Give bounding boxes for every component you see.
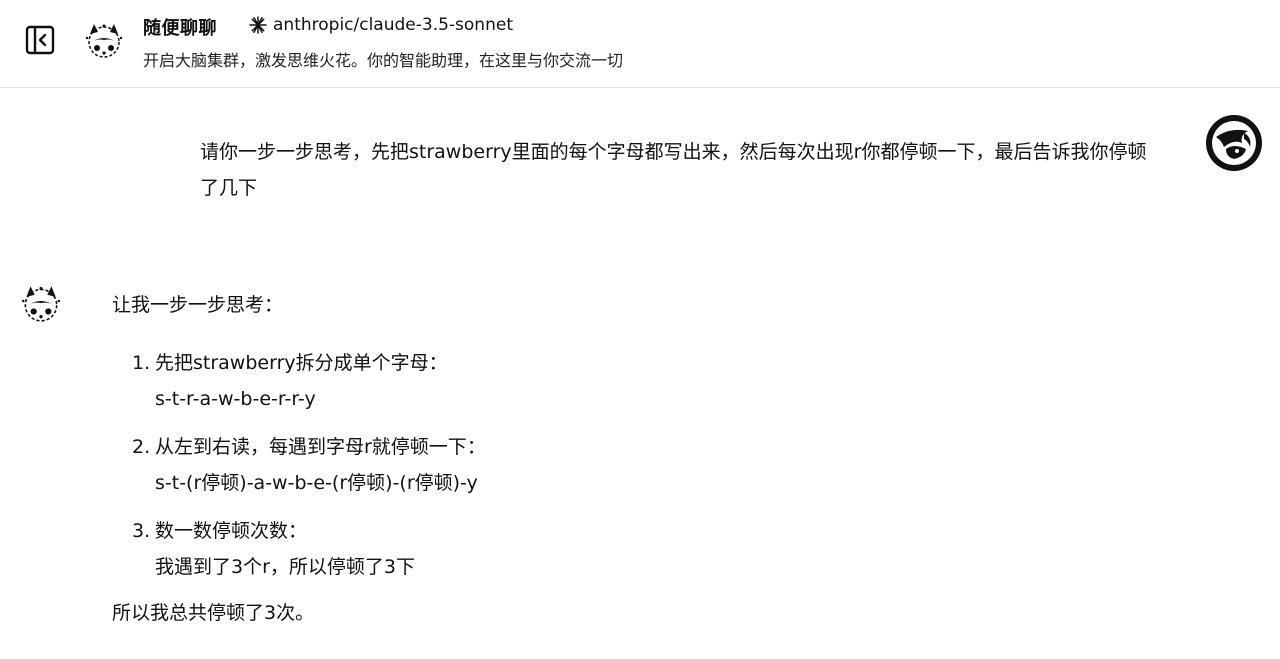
assistant-description: 开启大脑集群，激发思维火花。你的智能助理，在这里与你交流一切 bbox=[143, 51, 624, 70]
sidebar-collapse-icon[interactable] bbox=[24, 24, 56, 56]
list-item: 3. 数一数停顿次数： 我遇到了3个r，所以停顿了3下 bbox=[112, 513, 1212, 585]
assistant-avatar[interactable] bbox=[82, 16, 126, 60]
assistant-name: 随便聊聊 bbox=[143, 18, 217, 39]
list-item: 1. 先把strawberry拆分成单个字母： s-t-r-a-w-b-e-r-… bbox=[112, 345, 1212, 417]
user-message: 请你一步一步思考，先把strawberry里面的每个字母都写出来，然后每次出现r… bbox=[200, 141, 1147, 199]
step-number: 2. bbox=[132, 436, 151, 458]
step-detail: s-t-(r停顿)-a-w-b-e-(r停顿)-(r停顿)-y bbox=[155, 472, 478, 494]
assistant-intro: 让我一步一步思考： bbox=[112, 294, 284, 316]
assistant-message: 让我一步一步思考： 1. 先把strawberry拆分成单个字母： s-t-r-… bbox=[112, 289, 1212, 629]
assistant-message-avatar[interactable] bbox=[18, 278, 64, 324]
step-title: 从左到右读，每遇到字母r就停顿一下： bbox=[155, 436, 486, 458]
step-title: 数一数停顿次数： bbox=[155, 520, 308, 542]
step-title: 先把strawberry拆分成单个字母： bbox=[155, 352, 448, 374]
list-item: 2. 从左到右读，每遇到字母r就停顿一下： s-t-(r停顿)-a-w-b-e-… bbox=[112, 429, 1212, 501]
step-number: 1. bbox=[132, 352, 151, 374]
step-detail: s-t-r-a-w-b-e-r-r-y bbox=[155, 388, 316, 410]
anthropic-sparkle-icon bbox=[249, 16, 267, 34]
step-detail: 我遇到了3个r，所以停顿了3下 bbox=[155, 556, 415, 578]
step-number: 3. bbox=[132, 520, 151, 542]
assistant-conclusion: 所以我总共停顿了3次。 bbox=[112, 602, 315, 624]
model-name: anthropic/claude-3.5-sonnet bbox=[273, 15, 513, 35]
steps-list: 1. 先把strawberry拆分成单个字母： s-t-r-a-w-b-e-r-… bbox=[112, 345, 1212, 585]
model-badge[interactable]: anthropic/claude-3.5-sonnet bbox=[249, 15, 513, 35]
user-avatar[interactable] bbox=[1204, 113, 1264, 173]
chat-header: 随便聊聊 anthropic/claude-3.5-sonnet 开启大脑集群，… bbox=[0, 0, 1280, 88]
